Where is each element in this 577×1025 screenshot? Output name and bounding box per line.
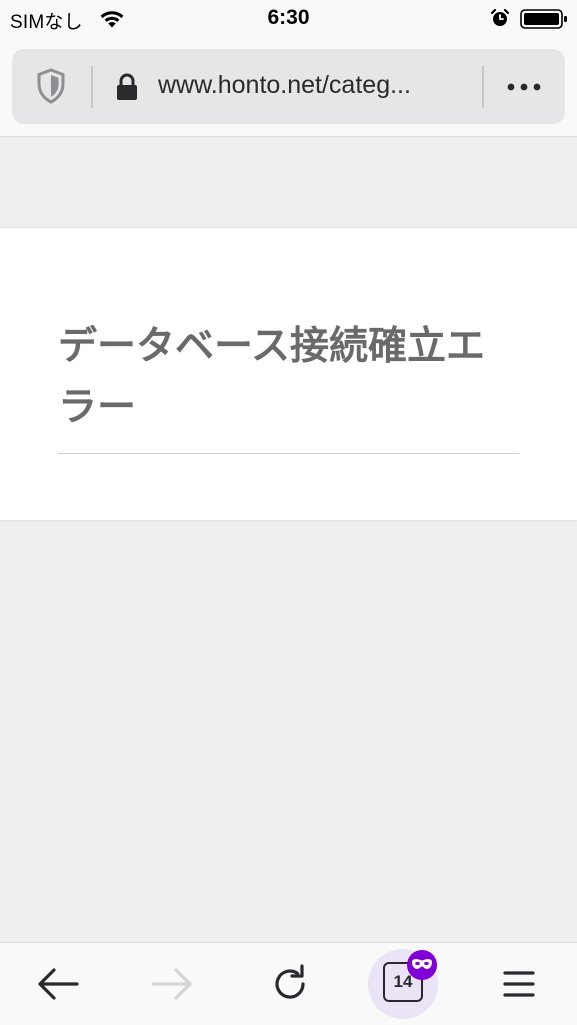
more-options-icon[interactable]: [502, 73, 546, 101]
url-text[interactable]: www.honto.net/categ...: [158, 71, 468, 100]
menu-button[interactable]: [479, 943, 559, 1025]
tracking-protection-shield-icon[interactable]: [36, 68, 66, 104]
url-bar-divider-right: [482, 66, 484, 108]
error-title: データベース接続確立エラー: [58, 325, 486, 429]
status-bar: SIMなし 6:30: [0, 0, 577, 40]
lock-icon[interactable]: [116, 73, 138, 101]
browser-top-bar: www.honto.net/categ...: [0, 40, 577, 137]
back-button[interactable]: [18, 943, 98, 1025]
back-arrow-icon: [38, 968, 79, 1000]
reload-button[interactable]: [250, 943, 330, 1025]
reload-icon: [275, 964, 305, 999]
url-bar-divider: [91, 66, 93, 108]
private-browsing-badge: [407, 950, 437, 980]
forward-button[interactable]: [132, 943, 212, 1025]
hamburger-menu-icon: [503, 971, 535, 997]
private-mask-icon: [412, 959, 432, 969]
error-card: データベース接続確立エラー: [0, 227, 577, 520]
alarm-icon: [490, 8, 510, 26]
battery-icon: [520, 9, 567, 29]
title-divider: [58, 453, 519, 454]
url-bar[interactable]: www.honto.net/categ...: [12, 49, 565, 124]
forward-arrow-icon: [151, 968, 192, 1000]
bottom-toolbar: 14: [0, 942, 577, 1025]
